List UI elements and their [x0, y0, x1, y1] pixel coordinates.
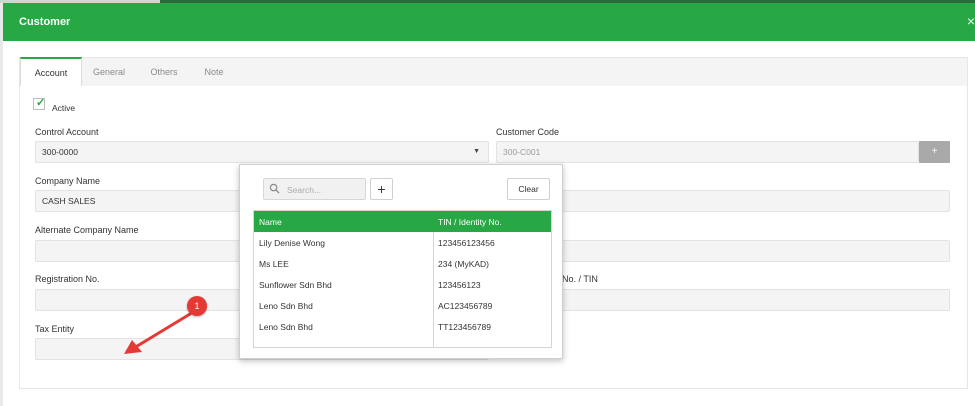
control-account-value: 300-0000: [42, 147, 78, 157]
add-entity-button[interactable]: +: [370, 178, 393, 200]
row-name: Sunflower Sdn Bhd: [259, 280, 332, 290]
customer-code-add-button[interactable]: +: [919, 141, 950, 163]
close-icon[interactable]: ×: [967, 14, 975, 28]
table-row[interactable]: Ms LEE 234 (MyKAD): [254, 253, 551, 274]
control-account-label: Control Account: [35, 127, 99, 137]
table-header: Name TIN / Identity No.: [254, 211, 551, 232]
row-tin: TT123456789: [438, 322, 491, 332]
tab-others[interactable]: Others: [138, 58, 190, 86]
annotation-badge: 1: [187, 296, 207, 316]
tab-account[interactable]: Account: [20, 57, 82, 87]
company-name-label: Company Name: [35, 176, 101, 186]
search-placeholder: Search...: [287, 185, 322, 195]
tab-note[interactable]: Note: [192, 58, 236, 86]
table-row[interactable]: Leno Sdn Bhd TT123456789: [254, 316, 551, 337]
row-tin: 234 (MyKAD): [438, 259, 490, 269]
modal-header: Customer ×: [3, 3, 975, 41]
search-icon: [269, 183, 280, 194]
search-input[interactable]: Search...: [263, 178, 366, 200]
tin-field[interactable]: [496, 289, 950, 311]
chevron-down-icon: ▼: [473, 148, 480, 155]
row-name: Leno Sdn Bhd: [259, 301, 313, 311]
table-spacer-row: [254, 337, 551, 347]
table-row[interactable]: Sunflower Sdn Bhd 123456123: [254, 274, 551, 295]
alternate-company-name-label: Alternate Company Name: [35, 225, 139, 235]
row-tin: 123456123456: [438, 238, 495, 248]
tab-bar: Account General Others Note: [19, 57, 968, 87]
customer-code-label: Customer Code: [496, 127, 560, 137]
tax-entity-lookup-popup: Search... + Clear Name TIN / Identity No…: [239, 164, 563, 359]
table-row[interactable]: Leno Sdn Bhd AC123456789: [254, 295, 551, 316]
company-name-right-field[interactable]: [496, 190, 950, 212]
row-tin: 123456123: [438, 280, 481, 290]
active-label: Active: [52, 103, 76, 113]
row-name: Ms LEE: [259, 259, 289, 269]
modal-title: Customer: [19, 16, 71, 28]
column-header-name: Name: [259, 217, 282, 227]
entity-table: Name TIN / Identity No. Lily Denise Wong…: [253, 210, 552, 348]
clear-button[interactable]: Clear: [507, 178, 550, 200]
alternate-right-field[interactable]: [496, 240, 950, 262]
active-checkbox[interactable]: ✓: [33, 97, 46, 110]
table-row[interactable]: Lily Denise Wong 123456123456: [254, 232, 551, 253]
tin-label: No. / TIN: [562, 274, 598, 284]
row-tin: AC123456789: [438, 301, 493, 311]
column-header-tin: TIN / Identity No.: [438, 217, 502, 227]
registration-no-label: Registration No.: [35, 274, 100, 284]
checkmark-icon: ✓: [36, 97, 46, 109]
tab-general[interactable]: General: [82, 58, 136, 86]
control-account-select[interactable]: 300-0000 ▼: [35, 141, 489, 163]
row-name: Lily Denise Wong: [259, 238, 325, 248]
row-name: Leno Sdn Bhd: [259, 322, 313, 332]
customer-code-field[interactable]: 300-C001: [496, 141, 919, 163]
tax-entity-label: Tax Entity: [35, 324, 75, 334]
